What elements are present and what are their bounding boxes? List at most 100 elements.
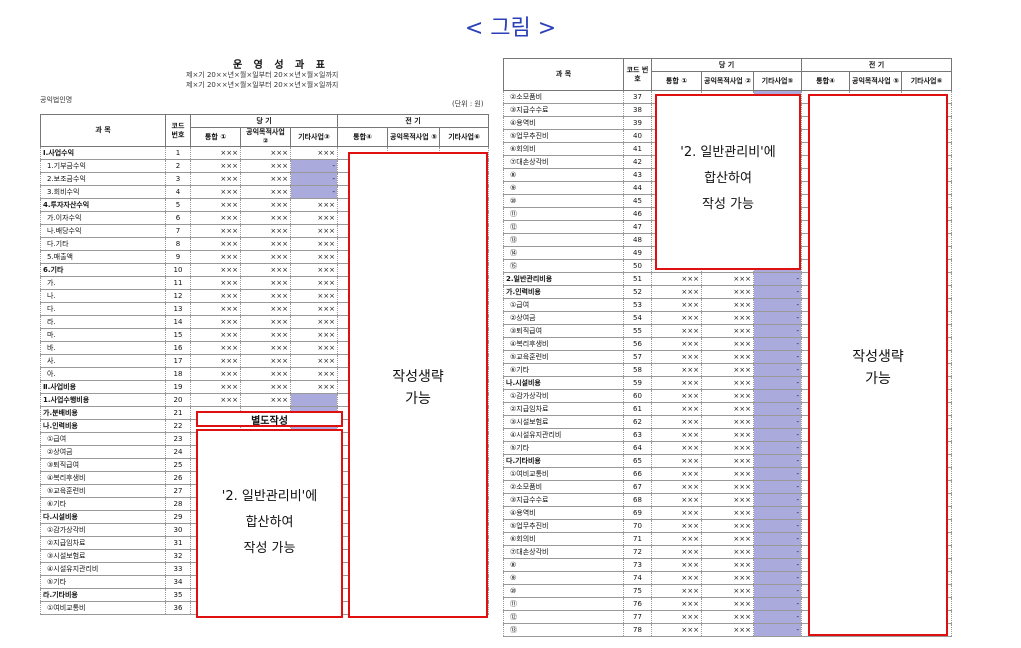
row-value: ××× bbox=[651, 402, 702, 416]
row-value: ××× bbox=[651, 623, 702, 637]
row-value: ××× bbox=[190, 354, 241, 368]
row-value: ××× bbox=[701, 493, 754, 507]
row-value: ××× bbox=[190, 237, 241, 251]
omit-line-1: 작성생략 bbox=[852, 349, 904, 365]
row-subject: 라.기타비용 bbox=[40, 588, 166, 602]
row-value: ××× bbox=[651, 454, 702, 468]
row-subject: Ⅱ.사업비용 bbox=[40, 380, 166, 394]
row-value: ××× bbox=[289, 367, 339, 381]
row-code: 65 bbox=[623, 454, 652, 468]
row-subject: ③퇴직급여 bbox=[503, 324, 624, 338]
row-value: - bbox=[752, 428, 803, 442]
row-value: - bbox=[752, 298, 803, 312]
header-c6: 기타사업⑥ bbox=[901, 71, 953, 91]
row-value: ××× bbox=[289, 328, 339, 342]
row-value: ××× bbox=[190, 198, 241, 212]
row-value: ××× bbox=[289, 198, 339, 212]
row-value: ××× bbox=[651, 441, 702, 455]
row-value: ××× bbox=[701, 376, 754, 390]
row-subject: 3.회비수익 bbox=[40, 185, 166, 199]
row-subject: ④복리후생비 bbox=[503, 337, 624, 351]
omit-text-right: 작성생략 가능 bbox=[808, 346, 948, 390]
row-value: ××× bbox=[240, 159, 291, 173]
row-value: ××× bbox=[190, 159, 241, 173]
row-subject: ②지급임차료 bbox=[40, 536, 166, 550]
row-code: 40 bbox=[623, 129, 652, 143]
row-value: - bbox=[752, 389, 803, 403]
row-code: 77 bbox=[623, 610, 652, 624]
row-value: ××× bbox=[651, 467, 702, 481]
row-value: - bbox=[752, 337, 803, 351]
row-subject: ④복리후생비 bbox=[40, 471, 166, 485]
merge-line-3: 작성 가능 bbox=[702, 197, 754, 212]
row-code: 35 bbox=[165, 588, 191, 602]
row-value: - bbox=[289, 172, 339, 186]
row-value: ××× bbox=[701, 571, 754, 585]
row-value: ××× bbox=[289, 354, 339, 368]
header-current: 당 기 bbox=[189, 114, 339, 128]
row-value: ××× bbox=[240, 211, 291, 225]
row-subject: ①감가상각비 bbox=[503, 389, 624, 403]
row-code: 25 bbox=[165, 458, 191, 472]
row-code: 30 bbox=[165, 523, 191, 537]
row-subject: 가. bbox=[40, 276, 166, 290]
row-subject: ⑨ bbox=[503, 181, 624, 195]
row-subject: 가.이자수익 bbox=[40, 211, 166, 225]
row-subject: ⑭ bbox=[503, 246, 624, 260]
row-code: 29 bbox=[165, 510, 191, 524]
row-code: 26 bbox=[165, 471, 191, 485]
row-value: - bbox=[752, 285, 803, 299]
row-value: ××× bbox=[289, 224, 339, 238]
row-value: ××× bbox=[190, 328, 241, 342]
row-value: ××× bbox=[701, 402, 754, 416]
row-value: ××× bbox=[651, 610, 702, 624]
row-value: ××× bbox=[701, 467, 754, 481]
row-value: ××× bbox=[651, 324, 702, 338]
merge-text-right: '2. 일반관리비'에 합산하여 작성 가능 bbox=[655, 140, 801, 218]
row-subject: 나.인력비용 bbox=[40, 419, 166, 433]
row-value: ××× bbox=[190, 224, 241, 238]
row-subject: ⑧ bbox=[503, 558, 624, 572]
row-code: 18 bbox=[165, 367, 191, 381]
header-c4: 통합④ bbox=[337, 127, 389, 147]
row-subject: ④시설유지관리비 bbox=[40, 562, 166, 576]
row-subject: ⑦대손상각비 bbox=[503, 155, 624, 169]
row-code: 20 bbox=[165, 393, 191, 407]
row-code: 13 bbox=[165, 302, 191, 316]
row-value: ××× bbox=[701, 623, 754, 637]
header-c2: 공익목적사업 ② bbox=[701, 71, 754, 91]
row-value: ××× bbox=[240, 198, 291, 212]
row-code: 36 bbox=[165, 601, 191, 615]
row-subject: 다.기타비용 bbox=[503, 454, 624, 468]
row-code: 64 bbox=[623, 441, 652, 455]
row-value: ××× bbox=[190, 289, 241, 303]
row-code: 19 bbox=[165, 380, 191, 394]
row-code: 54 bbox=[623, 311, 652, 325]
row-code: 17 bbox=[165, 354, 191, 368]
merge-line-1: '2. 일반관리비'에 bbox=[680, 145, 776, 160]
row-value: ××× bbox=[651, 285, 702, 299]
row-code: 2 bbox=[165, 159, 191, 173]
row-value: - bbox=[752, 441, 803, 455]
row-value: ××× bbox=[240, 250, 291, 264]
row-subject: ②지급임차료 bbox=[503, 402, 624, 416]
row-subject: ⑥회의비 bbox=[503, 532, 624, 546]
row-code: 32 bbox=[165, 549, 191, 563]
row-value: ××× bbox=[701, 441, 754, 455]
row-value: ××× bbox=[190, 393, 241, 407]
row-value: - bbox=[289, 185, 339, 199]
row-value: ××× bbox=[240, 367, 291, 381]
row-value: ××× bbox=[289, 237, 339, 251]
row-value bbox=[289, 393, 339, 407]
row-value: ××× bbox=[701, 415, 754, 429]
header-c3: 기타사업⑤ bbox=[752, 71, 803, 91]
row-subject: ①급여 bbox=[40, 432, 166, 446]
row-code: 8 bbox=[165, 237, 191, 251]
row-code: 57 bbox=[623, 350, 652, 364]
row-value: ××× bbox=[289, 380, 339, 394]
row-value: ××× bbox=[651, 597, 702, 611]
row-subject: ②소모품비 bbox=[503, 480, 624, 494]
row-code: 71 bbox=[623, 532, 652, 546]
row-value: - bbox=[752, 324, 803, 338]
row-value: ××× bbox=[651, 415, 702, 429]
